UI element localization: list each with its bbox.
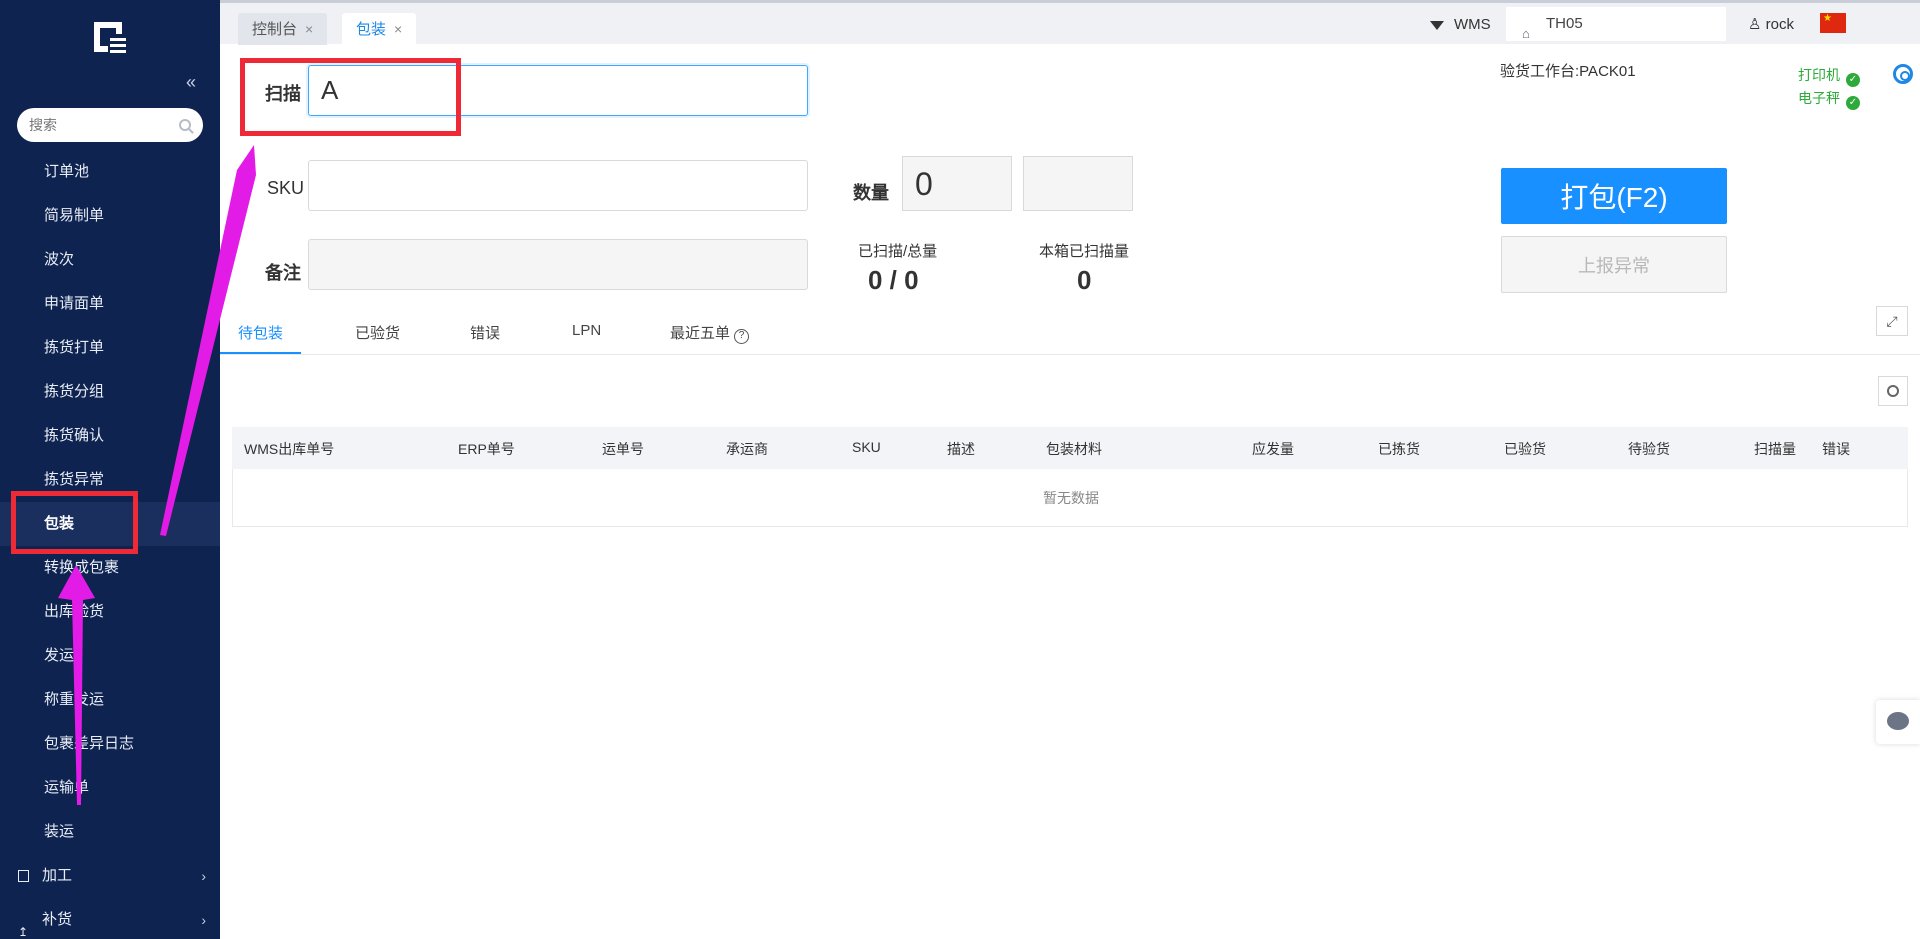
- scanned-total-label: 已扫描/总量: [858, 243, 938, 260]
- close-icon[interactable]: ×: [394, 21, 402, 37]
- annotation-highlight-scan: [240, 58, 461, 136]
- annotation-highlight-packing: [11, 491, 138, 554]
- tab-recent-five[interactable]: 最近五单?: [670, 322, 750, 344]
- column-header[interactable]: 运单号: [602, 439, 644, 459]
- document-icon: [18, 870, 29, 882]
- note-input[interactable]: [308, 239, 808, 290]
- table-settings-icon[interactable]: [1878, 376, 1908, 406]
- sku-input[interactable]: [308, 160, 808, 211]
- quantity-label: 数量: [853, 183, 889, 203]
- chat-icon[interactable]: [1876, 700, 1920, 744]
- user-name: rock: [1765, 16, 1794, 33]
- station-label: 验货工作台:PACK01: [1500, 63, 1636, 80]
- column-header[interactable]: 扫描量: [1754, 439, 1796, 459]
- sidebar-item-order-pool[interactable]: 订单池: [0, 150, 220, 194]
- sidebar: « 订单池 简易制单 波次 申请面单 拣货打单 拣货分组 拣货确认 拣货异常 包…: [0, 0, 220, 939]
- sidebar-item-outbound-check[interactable]: 出库验货: [0, 590, 220, 634]
- empty-state-text: 暂无数据: [1043, 490, 1099, 506]
- sidebar-item-wave[interactable]: 波次: [0, 238, 220, 282]
- sidebar-item-simple-order[interactable]: 简易制单: [0, 194, 220, 238]
- sidebar-item-loading[interactable]: 装运: [0, 810, 220, 854]
- sidebar-group-label: 补货: [42, 911, 73, 928]
- tab-errors[interactable]: 错误: [470, 322, 500, 343]
- sidebar-group-label: 加工: [42, 867, 73, 884]
- tab-label: 包装: [356, 21, 387, 38]
- sidebar-search: [17, 108, 203, 142]
- column-header[interactable]: ERP单号: [458, 439, 515, 459]
- column-header[interactable]: WMS出库单号: [244, 439, 334, 459]
- sidebar-item-transport[interactable]: 运输单: [0, 766, 220, 810]
- tab-lpn[interactable]: LPN: [572, 322, 601, 339]
- warehouse-selector[interactable]: ⌂ TH05: [1506, 7, 1726, 41]
- scale-label: 电子秤: [1798, 90, 1840, 106]
- scanned-total-value: 0 / 0: [868, 265, 919, 295]
- table-header: WMS出库单号 ERP单号 运单号 承运商 SKU 描述 包装材料 应发量 已拣…: [232, 427, 1908, 469]
- active-tab-indicator: [220, 352, 301, 354]
- system-label: WMS: [1454, 16, 1491, 33]
- sidebar-group-processing[interactable]: 加工 ›: [0, 854, 220, 898]
- home-icon: ⌂: [1522, 26, 1530, 41]
- sidebar-item-pick-confirm[interactable]: 拣货确认: [0, 414, 220, 458]
- tab-label: 控制台: [252, 21, 298, 38]
- user-menu[interactable]: ♙ rock: [1748, 13, 1794, 37]
- sidebar-item-parcel-diff-log[interactable]: 包裹差异日志: [0, 722, 220, 766]
- table-body: 暂无数据: [232, 469, 1908, 527]
- column-header[interactable]: 应发量: [1252, 439, 1294, 459]
- gear-icon[interactable]: [1893, 64, 1913, 84]
- sidebar-item-pick-print[interactable]: 拣货打单: [0, 326, 220, 370]
- tab-console[interactable]: 控制台 ×: [238, 13, 328, 45]
- top-bar: 控制台 × 包装 × WMS ⌂ TH05 ♙ rock ★: [220, 0, 1920, 45]
- sidebar-item-weigh-ship[interactable]: 称重发运: [0, 678, 220, 722]
- column-header[interactable]: 已拣货: [1378, 439, 1420, 459]
- tab-label: 最近五单: [670, 325, 731, 342]
- printer-status: 打印机 ✓: [1798, 65, 1860, 87]
- caret-down-icon: [1430, 20, 1444, 30]
- tab-pending-pack[interactable]: 待包装: [238, 322, 283, 343]
- box-scanned-label: 本箱已扫描量: [1039, 243, 1130, 260]
- collapse-sidebar-icon[interactable]: «: [186, 72, 196, 93]
- column-header[interactable]: 错误: [1822, 439, 1850, 459]
- system-switcher[interactable]: WMS: [1430, 13, 1491, 37]
- sidebar-item-request-label[interactable]: 申请面单: [0, 282, 220, 326]
- chevron-right-icon: ›: [201, 912, 206, 928]
- user-icon: ♙: [1748, 16, 1762, 33]
- upload-icon: ↥: [18, 925, 29, 939]
- quantity-field[interactable]: 0: [902, 156, 1012, 211]
- fullscreen-icon[interactable]: ⤢: [1876, 306, 1908, 336]
- report-exception-button[interactable]: 上报异常: [1501, 236, 1727, 293]
- packing-tabs: 待包装 已验货 错误 LPN 最近五单?: [220, 312, 1920, 355]
- column-header[interactable]: SKU: [852, 439, 881, 455]
- help-icon[interactable]: ?: [734, 329, 750, 344]
- close-icon[interactable]: ×: [305, 21, 313, 37]
- search-icon[interactable]: [179, 119, 191, 131]
- warehouse-label: TH05: [1546, 15, 1583, 32]
- search-input[interactable]: [29, 117, 169, 133]
- chevron-right-icon: ›: [201, 868, 206, 884]
- sku-label: SKU: [267, 178, 305, 198]
- printer-label: 打印机: [1798, 67, 1840, 83]
- pack-button[interactable]: 打包(F2): [1501, 168, 1727, 224]
- app-logo-icon: [94, 22, 126, 53]
- sidebar-item-ship[interactable]: 发运: [0, 634, 220, 678]
- box-scanned-value: 0: [1077, 265, 1092, 295]
- sidebar-group-replenish[interactable]: ↥ 补货 ›: [0, 898, 220, 939]
- column-header[interactable]: 包装材料: [1046, 439, 1102, 459]
- column-header[interactable]: 待验货: [1628, 439, 1670, 459]
- quantity-secondary-field[interactable]: [1023, 156, 1133, 211]
- tab-packing[interactable]: 包装 ×: [342, 13, 417, 45]
- check-icon: ✓: [1846, 96, 1860, 110]
- column-header[interactable]: 已验货: [1504, 439, 1546, 459]
- tab-checked[interactable]: 已验货: [355, 322, 400, 343]
- column-header[interactable]: 描述: [947, 439, 975, 459]
- scale-status: 电子秤 ✓: [1798, 88, 1860, 110]
- sidebar-item-pick-group[interactable]: 拣货分组: [0, 370, 220, 414]
- column-header[interactable]: 承运商: [726, 439, 768, 459]
- check-icon: ✓: [1846, 73, 1860, 87]
- language-flag-icon[interactable]: ★: [1820, 13, 1846, 33]
- note-label: 备注: [265, 263, 301, 283]
